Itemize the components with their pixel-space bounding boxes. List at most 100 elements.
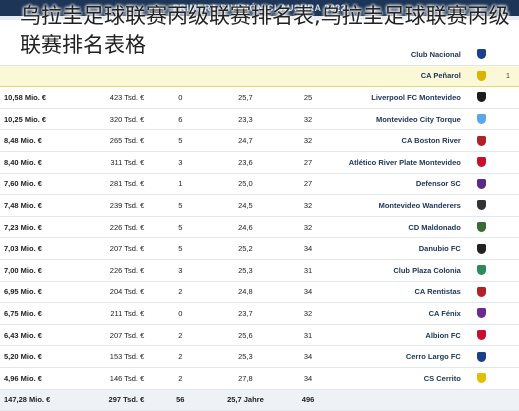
club-crest-icon[interactable] — [477, 157, 487, 168]
club-name-link[interactable]: CA Peñarol — [335, 64, 467, 88]
club-name-link[interactable]: Montevideo Wanderers — [335, 194, 467, 217]
club-crest-icon[interactable] — [477, 308, 487, 319]
avg-age-cell: 23,6 — [210, 151, 281, 174]
market-value-cell: 7,48 Mio. € — [0, 194, 80, 217]
club-logo-cell[interactable] — [466, 151, 497, 174]
club-crest-icon[interactable] — [477, 351, 487, 362]
avg-value-cell: 207 Tsd. € — [79, 324, 151, 347]
avg-age-cell — [210, 64, 281, 88]
club-crest-icon[interactable] — [477, 92, 487, 103]
squad-size-cell: 34 — [280, 367, 336, 390]
foreigners-cell: 6 — [150, 108, 211, 131]
club-crest-icon[interactable] — [477, 70, 487, 81]
club-logo-cell[interactable] — [466, 367, 497, 390]
foreigners-cell: 0 — [150, 302, 211, 325]
foreigners-cell: 2 — [150, 281, 211, 304]
foreigners-cell: 5 — [150, 194, 211, 217]
market-value-cell — [0, 64, 80, 88]
club-crest-icon[interactable] — [477, 135, 487, 146]
club-logo-cell[interactable] — [466, 129, 497, 152]
market-value-cell: 7,03 Mio. € — [0, 237, 80, 260]
club-logo-cell[interactable] — [466, 345, 497, 368]
market-value-cell: 10,25 Mio. € — [0, 108, 80, 131]
club-logo-cell[interactable] — [466, 64, 497, 88]
club-logo-cell[interactable] — [466, 259, 497, 282]
squad-size-cell: 34 — [280, 345, 336, 368]
club-name-link[interactable]: CS Cerrito — [335, 367, 467, 390]
table-row[interactable]: 6,75 Mio. €211 Tsd. €0 23,7 32 CA Fénix — [0, 302, 519, 325]
club-name-link[interactable]: Danubio FC — [335, 237, 467, 260]
table-row[interactable]: 7,48 Mio. €239 Tsd. €5 24,5 32 Montevideo W… — [0, 194, 519, 217]
squad-size-cell — [280, 64, 336, 88]
club-crest-icon[interactable] — [477, 373, 487, 384]
position-cell: 1 — [496, 64, 519, 88]
club-logo-cell[interactable] — [466, 194, 497, 217]
club-name-link[interactable]: CA Fénix — [335, 302, 467, 325]
club-name-link[interactable]: CD Maldonado — [335, 216, 467, 239]
club-crest-icon[interactable] — [477, 222, 487, 233]
avg-age-cell: 24,8 — [210, 281, 281, 304]
club-crest-icon[interactable] — [477, 200, 487, 211]
club-crest-icon[interactable] — [477, 330, 487, 341]
position-cell — [496, 194, 519, 217]
table-row[interactable]: 8,48 Mio. €265 Tsd. €5 24,7 32 CA Boston Ri… — [0, 129, 519, 152]
market-value-cell: 4,96 Mio. € — [0, 367, 80, 390]
position-cell — [496, 259, 519, 282]
squad-size-cell: 34 — [280, 237, 336, 260]
squad-size-cell: 31 — [280, 324, 336, 347]
avg-age-cell: 25,3 — [210, 259, 281, 282]
market-value-cell: 7,60 Mio. € — [0, 173, 80, 196]
club-crest-icon[interactable] — [477, 286, 487, 297]
table-row[interactable]: 7,23 Mio. €226 Tsd. €5 24,6 32 CD Maldonado — [0, 216, 519, 239]
club-logo-cell[interactable] — [466, 216, 497, 239]
position-cell — [496, 237, 519, 260]
market-value-cell: 6,95 Mio. € — [0, 281, 80, 304]
club-name-link[interactable]: Liverpool FC Montevideo — [335, 86, 467, 109]
club-crest-icon[interactable] — [477, 178, 487, 189]
club-crest-icon[interactable] — [477, 265, 487, 276]
club-logo-cell[interactable] — [466, 302, 497, 325]
table-row[interactable]: 8,40 Mio. €311 Tsd. €3 23,6 27 Atlético Riv… — [0, 151, 519, 174]
avg-age-cell: 25,0 — [210, 173, 281, 196]
table-row[interactable]: 6,95 Mio. €204 Tsd. €2 24,8 34 CA Rentistas — [0, 281, 519, 304]
club-name-link[interactable]: Defensor SC — [335, 173, 467, 196]
club-logo-cell[interactable] — [466, 324, 497, 347]
avg-age-cell: 24,5 — [210, 194, 281, 217]
market-value-cell: 10,58 Mio. € — [0, 86, 80, 109]
page-title: 乌拉圭足球联赛丙级联赛排名表,乌拉圭足球联赛丙级联赛排名表格 — [20, 4, 510, 57]
club-name-link[interactable]: CA Boston River — [335, 129, 467, 152]
club-name-link[interactable]: Atlético River Plate Montevideo — [335, 151, 467, 174]
club-name-link[interactable]: CA Rentistas — [335, 281, 467, 304]
avg-age-cell: 27,8 — [210, 367, 281, 390]
table-row[interactable]: 4,96 Mio. €146 Tsd. €2 27,8 34 CS Cerrito — [0, 367, 519, 390]
squad-size-cell: 32 — [280, 108, 336, 131]
club-table: Club Nacional CA Peñarol 1 10,58 Mio. €423 … — [0, 44, 519, 411]
table-row[interactable]: CA Peñarol 1 — [0, 64, 519, 88]
table-row[interactable]: 7,60 Mio. €281 Tsd. €1 25,0 27 Defensor SC — [0, 173, 519, 196]
position-cell — [496, 108, 519, 131]
club-name-link[interactable]: Albion FC — [335, 324, 467, 347]
table-row[interactable]: 10,25 Mio. €320 Tsd. €6 23,3 32 Montevideo … — [0, 108, 519, 131]
club-logo-cell[interactable] — [466, 86, 497, 109]
avg-value-cell: 153 Tsd. € — [79, 345, 151, 368]
club-name-link[interactable]: Cerro Largo FC — [335, 345, 467, 368]
club-logo-cell[interactable] — [466, 281, 497, 304]
squad-size-cell: 27 — [280, 151, 336, 174]
club-logo-cell[interactable] — [466, 173, 497, 196]
club-name-link[interactable]: Club Plaza Colonia — [335, 259, 467, 282]
squad-size-cell: 32 — [280, 216, 336, 239]
club-crest-icon[interactable] — [477, 114, 487, 125]
foreigners-cell: 3 — [150, 151, 211, 174]
club-logo-cell[interactable] — [466, 108, 497, 131]
club-logo-cell[interactable] — [466, 237, 497, 260]
club-name-link[interactable]: Montevideo City Torque — [335, 108, 467, 131]
table-row[interactable]: 10,58 Mio. €423 Tsd. €0 25,7 25 Liverpool F… — [0, 86, 519, 109]
foreigners-cell: 5 — [150, 129, 211, 152]
table-row[interactable]: 7,00 Mio. €226 Tsd. €3 25,3 31 Club Plaza C… — [0, 259, 519, 282]
club-crest-icon[interactable] — [477, 243, 487, 254]
position-cell — [496, 302, 519, 325]
foreigners-cell: 2 — [150, 324, 211, 347]
table-row[interactable]: 5,20 Mio. €153 Tsd. €2 25,3 34 Cerro Largo … — [0, 345, 519, 368]
table-row[interactable]: 7,03 Mio. €207 Tsd. €5 25,2 34 Danubio FC — [0, 237, 519, 260]
table-row[interactable]: 6,43 Mio. €207 Tsd. €2 25,6 31 Albion FC — [0, 324, 519, 347]
